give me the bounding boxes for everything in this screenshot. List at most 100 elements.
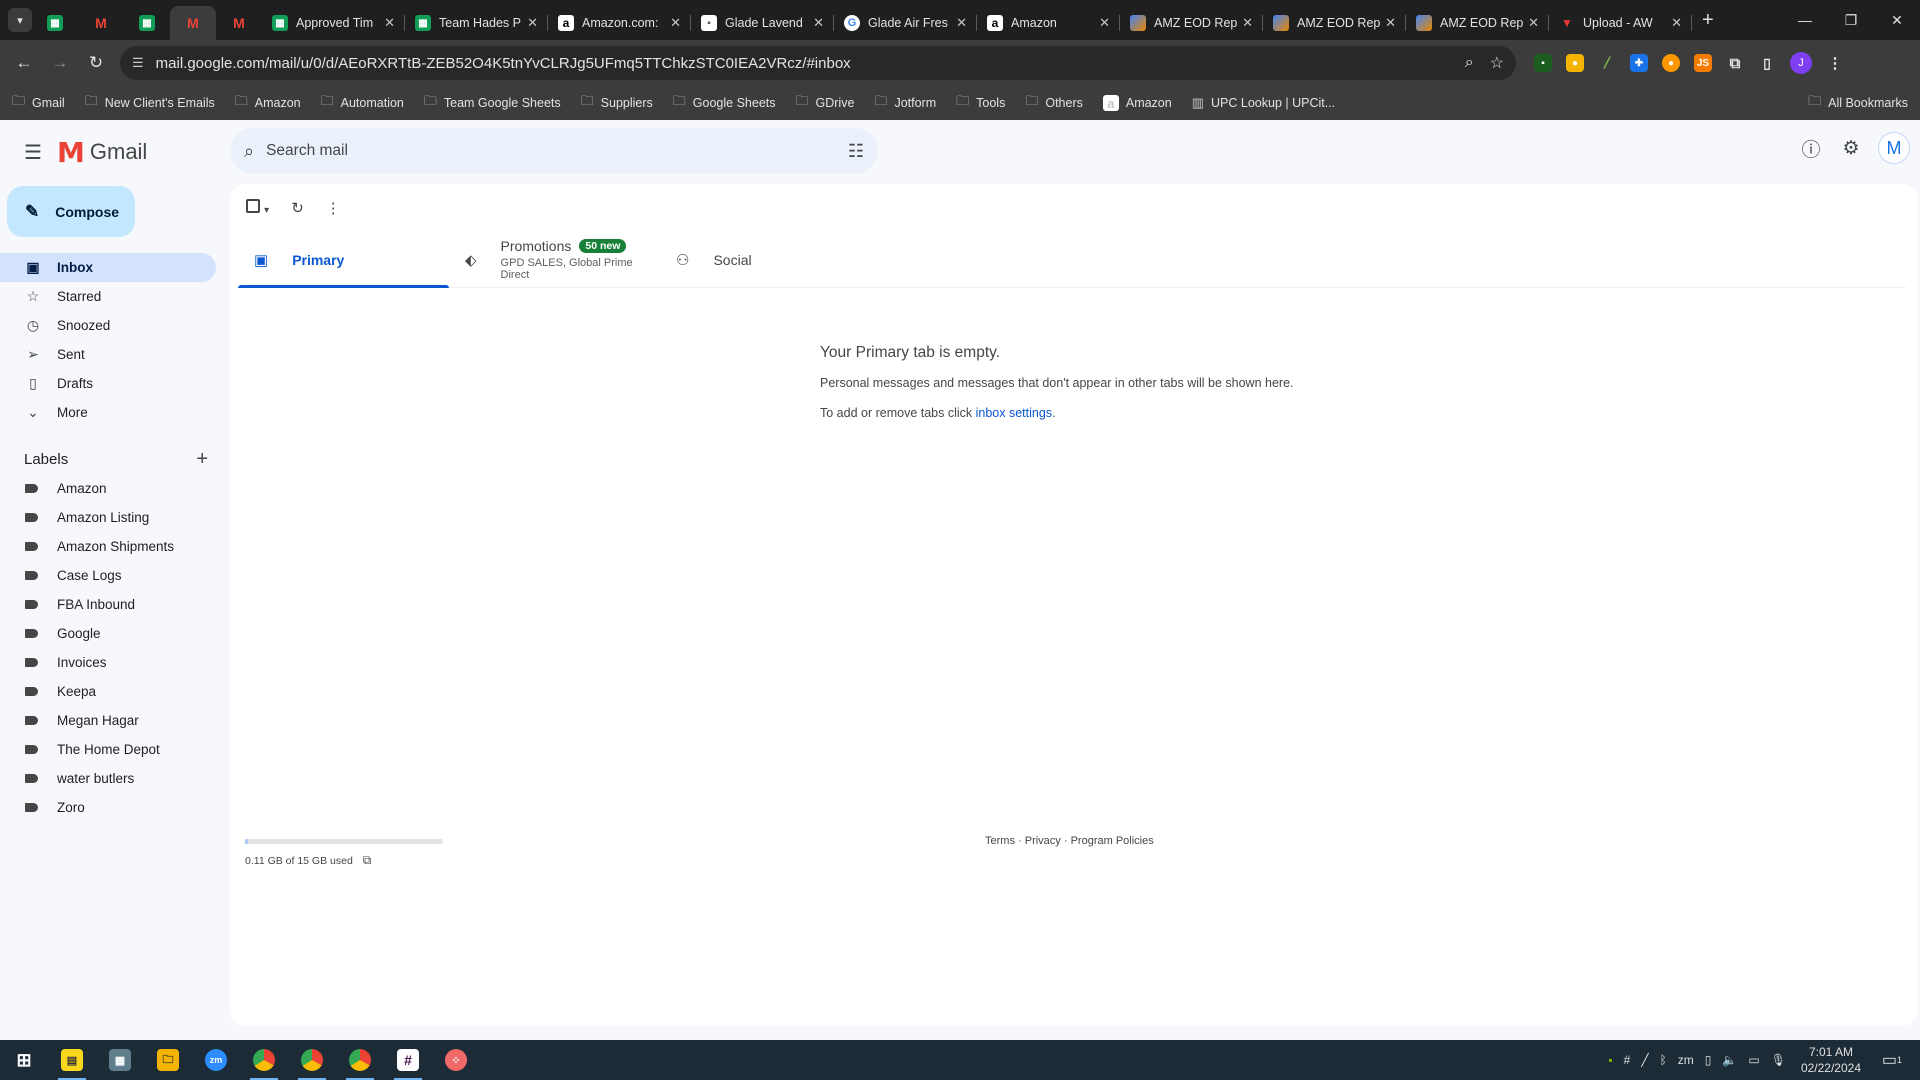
bookmark-star-icon[interactable]: ☆ (1490, 53, 1504, 73)
search-input[interactable] (266, 142, 848, 160)
label-item[interactable]: Case Logs (0, 561, 230, 590)
bookmark-item[interactable]: 🗀 GDrive (796, 92, 855, 114)
close-icon[interactable]: ✕ (1671, 15, 1682, 31)
terms-link[interactable]: Terms (985, 835, 1015, 847)
search-options-icon[interactable]: ☷ (848, 141, 864, 162)
site-info-icon[interactable]: ☰ (132, 55, 144, 71)
close-icon[interactable]: ✕ (1242, 15, 1253, 31)
program-policies-link[interactable]: Program Policies (1071, 835, 1154, 847)
more-options-icon[interactable]: ⋮ (326, 199, 341, 217)
help-icon[interactable]: ⓘ (1798, 135, 1824, 161)
taskbar-app[interactable] (288, 1040, 336, 1080)
forward-button[interactable]: → (44, 47, 76, 79)
taskbar-app[interactable]: zm (192, 1040, 240, 1080)
label-item[interactable]: Zoro (0, 793, 230, 822)
bookmark-item[interactable]: 🗀 Team Google Sheets (424, 92, 561, 114)
extension-icon[interactable]: ● (1662, 54, 1680, 72)
reload-button[interactable]: ↻ (80, 47, 112, 79)
close-icon[interactable]: ✕ (384, 15, 395, 31)
browser-tab[interactable]: ▦ Approved Tim ✕ (262, 6, 405, 40)
close-icon[interactable]: ✕ (1528, 15, 1539, 31)
privacy-link[interactable]: Privacy (1025, 835, 1061, 847)
browser-tab[interactable]: AMZ EOD Rep ✕ (1120, 6, 1263, 40)
pinned-tab-sheets[interactable]: ▦ (32, 6, 78, 40)
slack-tray-icon[interactable]: # (1624, 1053, 1631, 1067)
taskbar-app[interactable]: ▤ (48, 1040, 96, 1080)
close-icon[interactable]: ✕ (1385, 15, 1396, 31)
compose-button[interactable]: ✎ Compose (7, 186, 135, 237)
close-icon[interactable]: ✕ (1099, 15, 1110, 31)
battery-icon[interactable]: ▯ (1705, 1053, 1712, 1067)
kebab-menu-icon[interactable]: ⋮ (1826, 54, 1844, 72)
close-window-icon[interactable]: ✕ (1874, 0, 1920, 40)
refresh-icon[interactable]: ↻ (291, 199, 304, 217)
close-icon[interactable]: ✕ (670, 15, 681, 31)
inbox-settings-link[interactable]: inbox settings (976, 406, 1052, 420)
close-icon[interactable]: ✕ (956, 15, 967, 31)
sidebar-item-sent[interactable]: ➢ Sent (0, 340, 216, 369)
label-item[interactable]: water butlers (0, 764, 230, 793)
close-icon[interactable]: ✕ (527, 15, 538, 31)
notification-center-icon[interactable]: ▭ 1 (1872, 1050, 1912, 1070)
taskbar-app[interactable]: # (384, 1040, 432, 1080)
restore-icon[interactable]: ❐ (1828, 0, 1874, 40)
sidebar-item-drafts[interactable]: ▯ Drafts (0, 369, 216, 398)
bookmark-item[interactable]: 🗀 New Client's Emails (85, 92, 215, 114)
pinned-tab-sheets-2[interactable]: ▦ (124, 6, 170, 40)
browser-tab[interactable]: a Amazon.com: ✕ (548, 6, 691, 40)
zoom-tray-icon[interactable]: zm (1678, 1053, 1694, 1067)
extension-icon[interactable]: ✚ (1630, 54, 1648, 72)
browser-tab[interactable]: AMZ EOD Rep ✕ (1263, 6, 1406, 40)
network-icon[interactable]: ▭ (1748, 1053, 1759, 1067)
select-all-checkbox[interactable]: ▾ (246, 199, 269, 217)
bookmark-item[interactable]: 🗀 Tools (956, 92, 1005, 114)
label-item[interactable]: Invoices (0, 648, 230, 677)
browser-tab[interactable]: AMZ EOD Rep ✕ (1406, 6, 1549, 40)
pinned-tab-gmail[interactable]: M (78, 6, 124, 40)
taskbar-app[interactable] (336, 1040, 384, 1080)
main-menu-icon[interactable]: ☰ (9, 128, 57, 176)
browser-tab[interactable]: ▪ Glade Lavend ✕ (691, 6, 834, 40)
label-item[interactable]: The Home Depot (0, 735, 230, 764)
clock[interactable]: 7:01 AM 02/22/2024 (1801, 1044, 1861, 1076)
pen-icon[interactable]: ╱ (1641, 1053, 1648, 1067)
browser-tab[interactable]: a Amazon ✕ (977, 6, 1120, 40)
tab-primary[interactable]: ▣ Primary (238, 232, 449, 288)
start-button[interactable]: ⊞ (0, 1040, 48, 1080)
extension-icon[interactable]: ╱ (1598, 54, 1616, 72)
tab-search-button[interactable]: ▾ (8, 8, 32, 32)
bookmark-item[interactable]: a Amazon (1102, 95, 1172, 111)
label-item[interactable]: Keepa (0, 677, 230, 706)
tab-promotions[interactable]: ⬖ Promotions 50 new GPD SALES, Global Pr… (449, 232, 660, 287)
bookmark-item[interactable]: 🗀 Amazon (235, 92, 301, 114)
nvidia-icon[interactable]: ▪ (1608, 1053, 1612, 1067)
extension-icon[interactable]: JS (1694, 54, 1712, 72)
label-item[interactable]: Amazon Listing (0, 503, 230, 532)
browser-tab[interactable]: ▦ Team Hades P ✕ (405, 6, 548, 40)
tab-social[interactable]: ⚇ Social (660, 232, 871, 287)
pinned-tab-gmail-2[interactable]: M (216, 6, 262, 40)
taskbar-app[interactable]: 🗀 (144, 1040, 192, 1080)
address-bar[interactable]: ☰ mail.google.com/mail/u/0/d/AEoRXRTtB-Z… (120, 46, 1516, 80)
bookmark-item[interactable]: 🗀 Automation (321, 92, 404, 114)
side-panel-icon[interactable]: ▯ (1758, 54, 1776, 72)
bookmark-item[interactable]: 🗀 Gmail (12, 92, 65, 114)
label-item[interactable]: Google (0, 619, 230, 648)
extension-icon[interactable]: ● (1566, 54, 1584, 72)
label-item[interactable]: Amazon Shipments (0, 532, 230, 561)
gmail-logo[interactable]: M Gmail (57, 136, 147, 169)
minimize-icon[interactable]: — (1782, 0, 1828, 40)
bookmark-item[interactable]: 🗀 Suppliers (581, 92, 653, 114)
all-bookmarks[interactable]: 🗀 All Bookmarks (1808, 92, 1908, 114)
label-item[interactable]: Amazon (0, 474, 230, 503)
bookmark-item[interactable]: ▥ UPC Lookup | UPCit... (1192, 95, 1335, 111)
taskbar-app[interactable]: ⁘ (432, 1040, 480, 1080)
taskbar-app[interactable] (240, 1040, 288, 1080)
external-link-icon[interactable]: ⧉ (363, 853, 372, 868)
sidebar-item-starred[interactable]: ☆ Starred (0, 282, 216, 311)
bookmark-item[interactable]: 🗀 Google Sheets (673, 92, 776, 114)
search-icon[interactable]: ⌕ (244, 141, 254, 162)
label-item[interactable]: FBA Inbound (0, 590, 230, 619)
taskbar-app[interactable]: ▦ (96, 1040, 144, 1080)
bookmark-item[interactable]: 🗀 Others (1025, 92, 1083, 114)
